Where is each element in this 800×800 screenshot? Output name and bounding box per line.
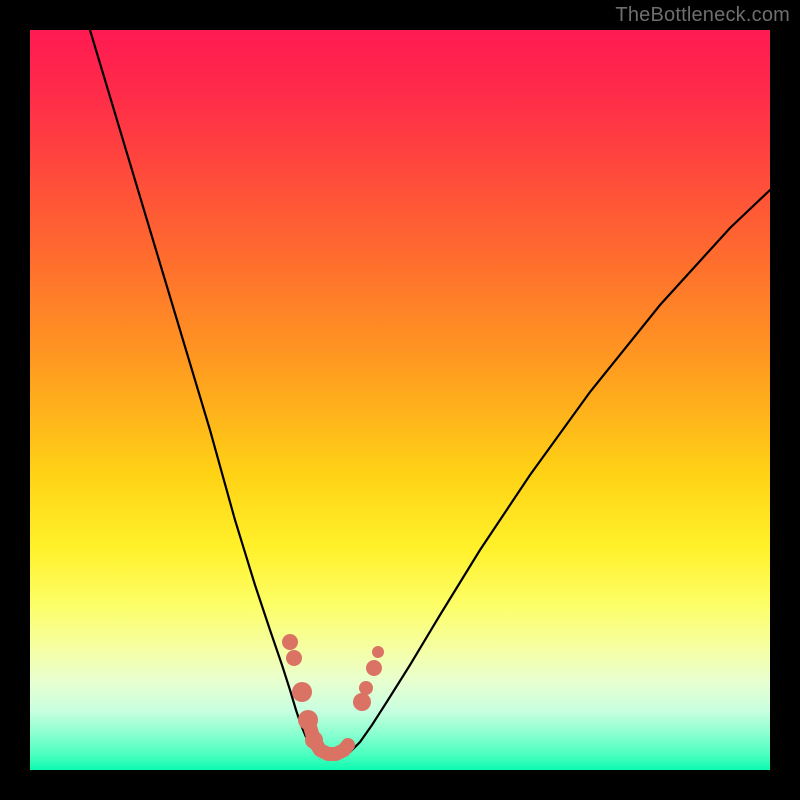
curve-marker <box>282 634 298 650</box>
chart-frame: TheBottleneck.com <box>0 0 800 800</box>
curve-marker <box>342 739 354 751</box>
curve-marker <box>298 710 318 730</box>
curve-marker <box>305 731 323 749</box>
curve-marker <box>366 660 382 676</box>
curve-layer <box>30 30 770 770</box>
curve-marker <box>359 681 373 695</box>
marker-group <box>282 634 384 751</box>
curve-marker <box>372 646 384 658</box>
curve-marker <box>292 682 312 702</box>
curve-right-branch <box>350 190 770 752</box>
curve-marker <box>286 650 302 666</box>
curve-marker <box>353 693 371 711</box>
watermark-text: TheBottleneck.com <box>615 4 790 27</box>
